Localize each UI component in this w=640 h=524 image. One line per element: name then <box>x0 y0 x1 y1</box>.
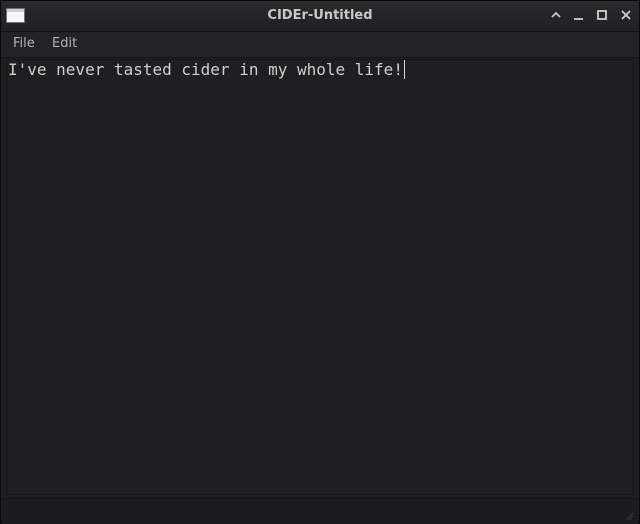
minimize-button[interactable] <box>571 7 587 23</box>
menu-file[interactable]: File <box>13 36 35 51</box>
resize-grip-icon[interactable] <box>624 511 634 521</box>
app-window: CIDEr-Untitled File Edit I've never tast… <box>0 0 640 524</box>
editor-content: I've never tasted cider in my whole life… <box>8 60 403 79</box>
text-editor[interactable]: I've never tasted cider in my whole life… <box>6 59 634 495</box>
maximize-icon <box>597 10 607 20</box>
close-button[interactable] <box>618 7 634 23</box>
text-caret <box>403 60 405 79</box>
maximize-button[interactable] <box>594 7 610 23</box>
minimize-icon <box>574 18 583 20</box>
menu-edit[interactable]: Edit <box>52 36 77 51</box>
menu-bar: File Edit <box>2 32 638 58</box>
title-bar[interactable]: CIDEr-Untitled <box>1 1 639 32</box>
shade-button[interactable] <box>548 7 564 23</box>
chevron-up-icon <box>551 11 561 18</box>
close-icon <box>621 10 631 20</box>
window-title: CIDEr-Untitled <box>267 8 373 23</box>
editor-line[interactable]: I've never tasted cider in my whole life… <box>8 60 405 80</box>
status-bar <box>2 498 638 524</box>
